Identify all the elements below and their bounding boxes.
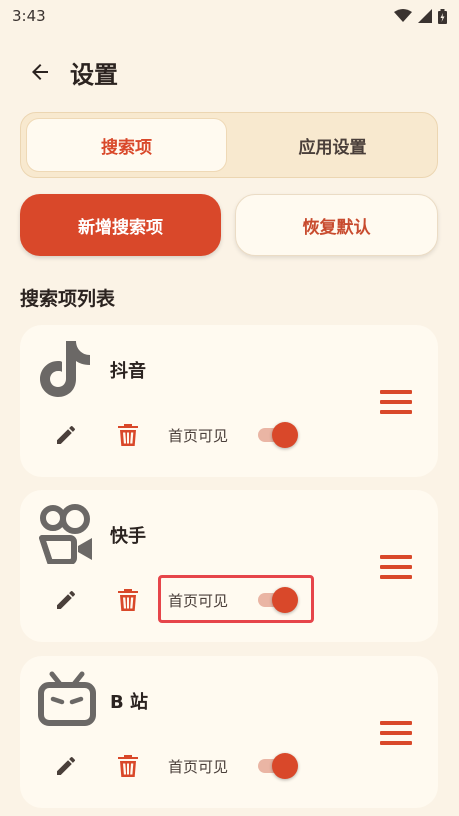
drag-handle[interactable] [380, 387, 414, 417]
battery-icon [438, 8, 447, 24]
section-title: 搜索项列表 [20, 288, 116, 310]
search-item-card-bilibili: B 站 首页可见 [20, 656, 438, 808]
search-item-name: B 站 [110, 692, 148, 713]
add-search-item-button[interactable]: 新增搜索项 [20, 194, 221, 256]
search-item-card-douyin: 抖音 首页可见 [20, 325, 438, 477]
homepage-visible-toggle[interactable] [256, 421, 298, 449]
status-bar: 3:43 [0, 0, 459, 32]
search-item-card-kuaishou: 快手 首页可见 [20, 490, 438, 642]
pencil-icon [57, 425, 76, 444]
pencil-icon [57, 756, 76, 775]
action-row: 新增搜索项 恢复默认 [20, 194, 438, 256]
homepage-visible-label: 首页可见 [168, 758, 229, 776]
douyin-logo-icon [38, 337, 96, 399]
tab-search-items[interactable]: 搜索项 [26, 118, 227, 172]
search-item-name: 抖音 [110, 361, 146, 382]
trash-icon [118, 424, 138, 446]
status-time: 3:43 [12, 7, 46, 25]
highlight-box [158, 575, 314, 623]
kuaishou-logo-icon [38, 502, 96, 565]
app-header: 设置 [0, 50, 459, 94]
delete-button[interactable] [112, 584, 144, 616]
wifi-icon [394, 9, 412, 22]
drag-handle[interactable] [380, 552, 414, 582]
toggle-thumb [272, 422, 298, 448]
tab-app-settings[interactable]: 应用设置 [233, 118, 432, 172]
homepage-visible-label: 首页可见 [168, 427, 229, 445]
drag-handle[interactable] [380, 718, 414, 748]
settings-tabs: 搜索项 应用设置 [20, 112, 438, 178]
search-item-name: 快手 [110, 526, 146, 547]
toggle-thumb [272, 753, 298, 779]
edit-button[interactable] [50, 419, 82, 451]
edit-button[interactable] [50, 584, 82, 616]
pencil-icon [57, 590, 76, 609]
homepage-visible-toggle[interactable] [256, 752, 298, 780]
trash-icon [118, 589, 138, 611]
signal-icon [418, 9, 432, 23]
delete-button[interactable] [112, 419, 144, 451]
restore-default-button[interactable]: 恢复默认 [235, 194, 438, 256]
arrow-back-icon [32, 64, 48, 80]
delete-button[interactable] [112, 750, 144, 782]
page-title: 设置 [70, 60, 118, 89]
bilibili-logo-icon [38, 668, 96, 730]
status-icons [394, 8, 447, 24]
edit-button[interactable] [50, 750, 82, 782]
back-button[interactable] [20, 52, 60, 92]
trash-icon [118, 755, 138, 777]
